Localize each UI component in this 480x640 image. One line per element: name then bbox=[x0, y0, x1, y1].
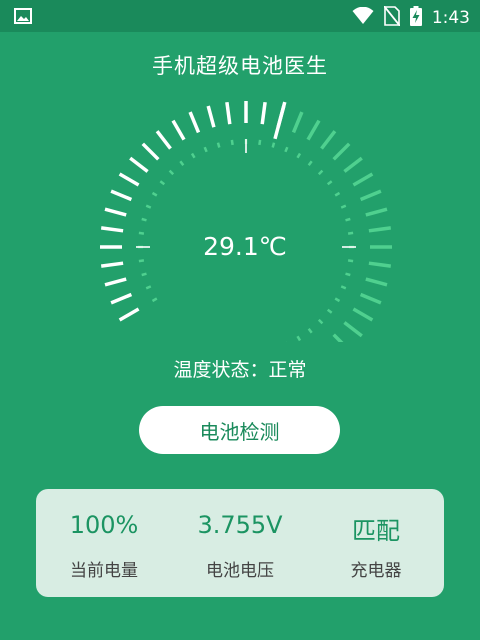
gauge-pointer bbox=[273, 101, 287, 140]
stat-value: 匹配 bbox=[352, 517, 400, 545]
gauge-tick bbox=[100, 261, 124, 268]
gauge-tick bbox=[332, 142, 351, 161]
gauge-inner-tick bbox=[307, 160, 313, 167]
gauge-tick bbox=[104, 277, 127, 287]
gauge-tick bbox=[352, 172, 374, 187]
gauge-inner-tick bbox=[326, 308, 333, 314]
gauge-inner-tick bbox=[334, 297, 341, 303]
stat-value: 3.755V bbox=[197, 511, 283, 539]
gauge-tick bbox=[110, 189, 133, 202]
gauge-tick bbox=[155, 130, 172, 150]
temperature-readout: 29.1℃ bbox=[203, 232, 287, 261]
gauge-inner-tick bbox=[317, 169, 324, 176]
gauge-inner-tick bbox=[258, 139, 262, 146]
gauge-inner-tick bbox=[296, 152, 302, 159]
gauge-inner-tick bbox=[179, 160, 185, 167]
gauge-tick bbox=[365, 207, 388, 217]
gauge-inner-tick bbox=[230, 139, 234, 146]
gauge-tick bbox=[206, 105, 216, 128]
gauge-inner-tick bbox=[141, 272, 147, 277]
gauge-inner-tick bbox=[296, 335, 302, 342]
gauge-inner-tick bbox=[151, 191, 158, 197]
battery-check-button[interactable]: 电池检测 bbox=[139, 406, 340, 454]
gauge-tick bbox=[359, 189, 382, 202]
battery-charging-icon bbox=[409, 6, 422, 30]
gauge-tick bbox=[104, 207, 127, 217]
wifi-icon bbox=[352, 6, 374, 29]
gauge-tick bbox=[291, 111, 304, 134]
gauge-inner-tick bbox=[145, 285, 152, 290]
status-bar: 1:43 bbox=[0, 0, 480, 32]
gauge-tick bbox=[365, 277, 388, 287]
gauge-inner-tick bbox=[340, 204, 347, 209]
gauge-inner-tick bbox=[190, 152, 196, 159]
gauge-inner-tick bbox=[145, 204, 152, 209]
gauge-tick bbox=[260, 101, 267, 125]
gauge-inner-tick bbox=[317, 318, 324, 325]
temperature-status: 温度状态：正常 bbox=[173, 359, 307, 381]
gauge-tick bbox=[171, 119, 186, 141]
gauge-inner-tick bbox=[159, 180, 166, 186]
gauge-inner-tick bbox=[340, 285, 347, 290]
gauge-tick bbox=[368, 261, 392, 268]
stat-label: 当前电量 bbox=[70, 561, 138, 581]
gauge-tick bbox=[359, 292, 382, 305]
gauge-inner-tick bbox=[345, 272, 351, 277]
gauge-inner-tick bbox=[141, 217, 147, 222]
page-title: 手机超级电池医生 bbox=[152, 54, 328, 78]
gauge-tick bbox=[352, 307, 374, 322]
clock-time: 1:43 bbox=[431, 8, 470, 28]
gauge-tick bbox=[320, 130, 337, 150]
gauge-tick bbox=[100, 226, 124, 233]
gauge-inner-tick bbox=[216, 142, 221, 148]
gauge-inner-tick bbox=[345, 217, 351, 222]
gauge-tick bbox=[368, 226, 392, 233]
gauge-tick bbox=[225, 101, 232, 125]
gauge-inner-tick bbox=[271, 142, 276, 148]
gauge-tick bbox=[332, 333, 344, 342]
gauge-tick bbox=[343, 321, 363, 338]
gauge-inner-tick bbox=[334, 191, 341, 197]
gauge-inner-tick bbox=[203, 146, 208, 153]
stat-label: 电池电压 bbox=[206, 561, 274, 581]
gauge-inner-tick bbox=[307, 327, 313, 334]
image-icon bbox=[14, 8, 32, 28]
gauge-tick bbox=[129, 156, 149, 173]
gauge-tick bbox=[306, 119, 321, 141]
battery-stats-card: 100% 当前电量 3.755V 电池电压 匹配 充电器 bbox=[36, 489, 444, 597]
gauge-tick bbox=[110, 292, 133, 305]
gauge-tick bbox=[188, 111, 201, 134]
gauge-inner-tick bbox=[326, 180, 333, 186]
gauge-inner-tick bbox=[168, 169, 175, 176]
gauge-inner-tick bbox=[151, 297, 158, 303]
no-sim-icon bbox=[383, 5, 401, 30]
stat-value: 100% bbox=[69, 511, 139, 539]
gauge-tick bbox=[343, 156, 363, 173]
gauge-tick bbox=[141, 142, 160, 161]
stat-label: 充电器 bbox=[350, 561, 402, 581]
gauge-tick bbox=[118, 307, 140, 322]
temperature-gauge bbox=[100, 101, 392, 342]
gauge-inner-tick bbox=[284, 146, 289, 153]
gauge-tick bbox=[118, 172, 140, 187]
